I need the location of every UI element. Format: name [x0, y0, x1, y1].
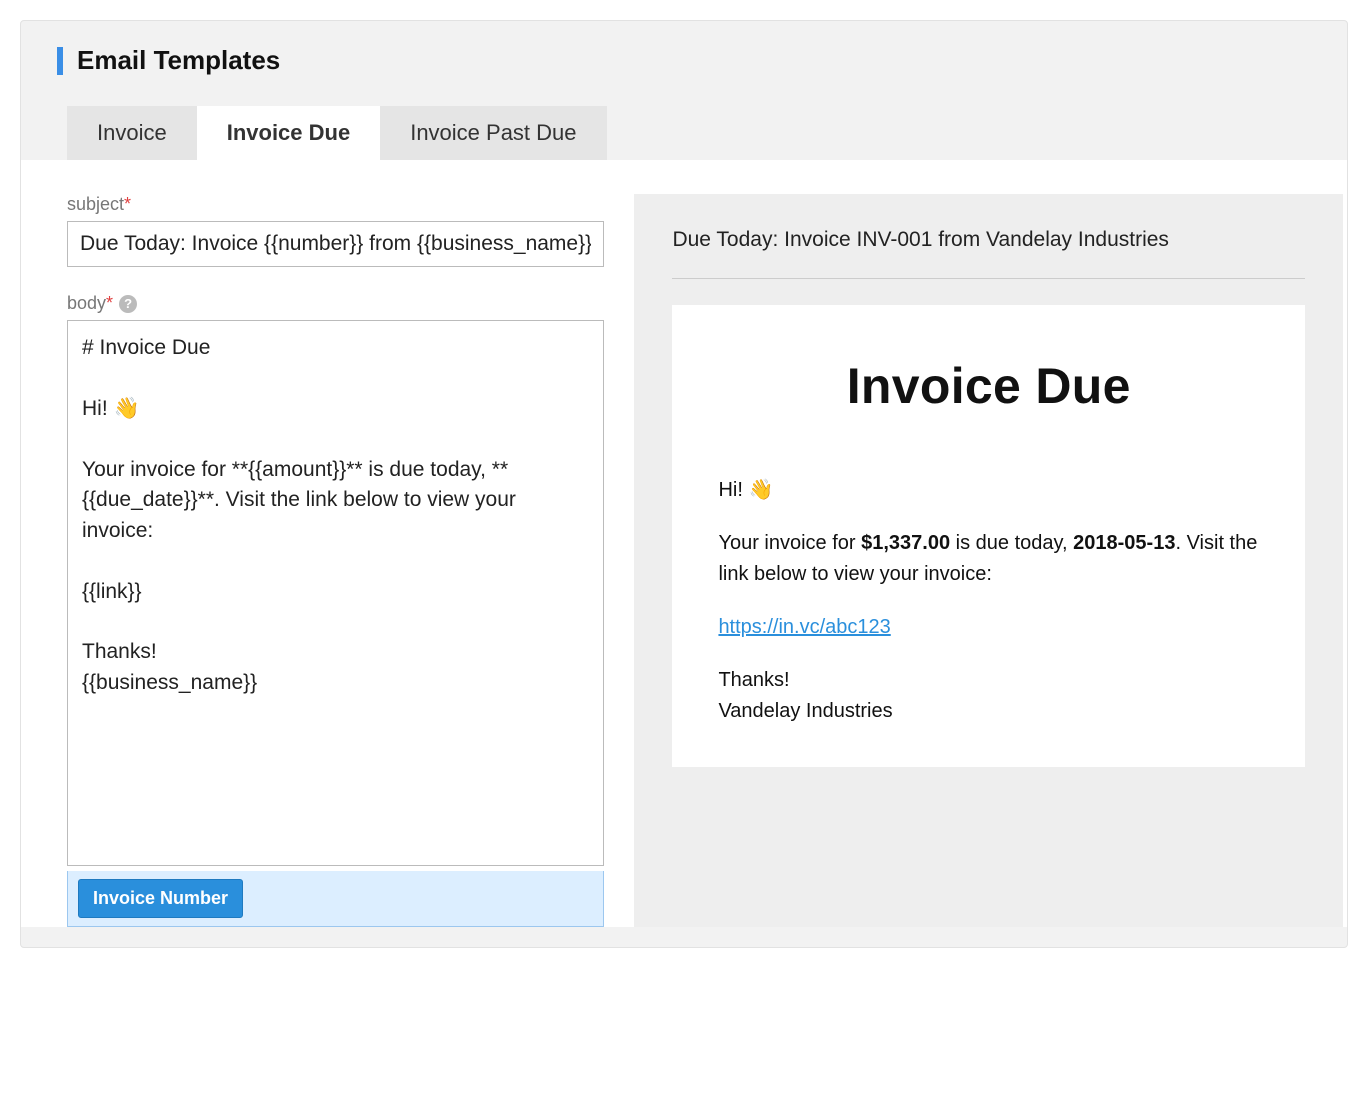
preview-thanks: Thanks!	[718, 669, 789, 691]
panel-header: Email Templates	[21, 21, 1347, 86]
tab-invoice-due[interactable]: Invoice Due	[197, 106, 380, 160]
page-title: Email Templates	[77, 45, 280, 76]
body-label-row: body* ?	[67, 293, 604, 314]
preview-column: Due Today: Invoice INV-001 from Vandelay…	[634, 194, 1343, 927]
body-label: body*	[67, 293, 113, 314]
required-marker: *	[124, 194, 131, 214]
tabs-row: Invoice Invoice Due Invoice Past Due	[21, 86, 1347, 160]
preview-line-mid: is due today,	[950, 532, 1073, 554]
preview-due-date: 2018-05-13	[1073, 532, 1175, 554]
email-templates-panel: Email Templates Invoice Invoice Due Invo…	[20, 20, 1348, 948]
body-label-text: body	[67, 293, 106, 313]
preview-main-line: Your invoice for $1,337.00 is due today,…	[718, 528, 1259, 590]
preview-amount: $1,337.00	[861, 532, 950, 554]
preview-link-row: https://in.vc/abc123	[718, 612, 1259, 643]
preview-subject: Due Today: Invoice INV-001 from Vandelay…	[672, 228, 1305, 279]
body-textarea[interactable]	[67, 320, 604, 866]
preview-body: Invoice Due Hi! 👋 Your invoice for $1,33…	[672, 305, 1305, 767]
content-row: subject* body* ? Invoice Number Due Toda…	[21, 160, 1347, 927]
preview-business-name: Vandelay Industries	[718, 700, 892, 722]
preview-heading: Invoice Due	[718, 357, 1259, 415]
help-icon[interactable]: ?	[119, 295, 137, 313]
subject-label: subject*	[67, 194, 604, 215]
preview-signoff: Thanks! Vandelay Industries	[718, 665, 1259, 727]
tab-invoice-past-due[interactable]: Invoice Past Due	[380, 106, 606, 160]
insert-invoice-number-button[interactable]: Invoice Number	[78, 879, 243, 918]
preview-link[interactable]: https://in.vc/abc123	[718, 616, 890, 638]
preview-greeting: Hi! 👋	[718, 475, 1259, 506]
subject-label-text: subject	[67, 194, 124, 214]
preview-line-prefix: Your invoice for	[718, 532, 861, 554]
header-accent-bar	[57, 47, 63, 75]
subject-input[interactable]	[67, 221, 604, 267]
required-marker: *	[106, 293, 113, 313]
token-toolbar: Invoice Number	[67, 871, 604, 927]
tab-invoice[interactable]: Invoice	[67, 106, 197, 160]
editor-column: subject* body* ? Invoice Number	[21, 194, 604, 927]
